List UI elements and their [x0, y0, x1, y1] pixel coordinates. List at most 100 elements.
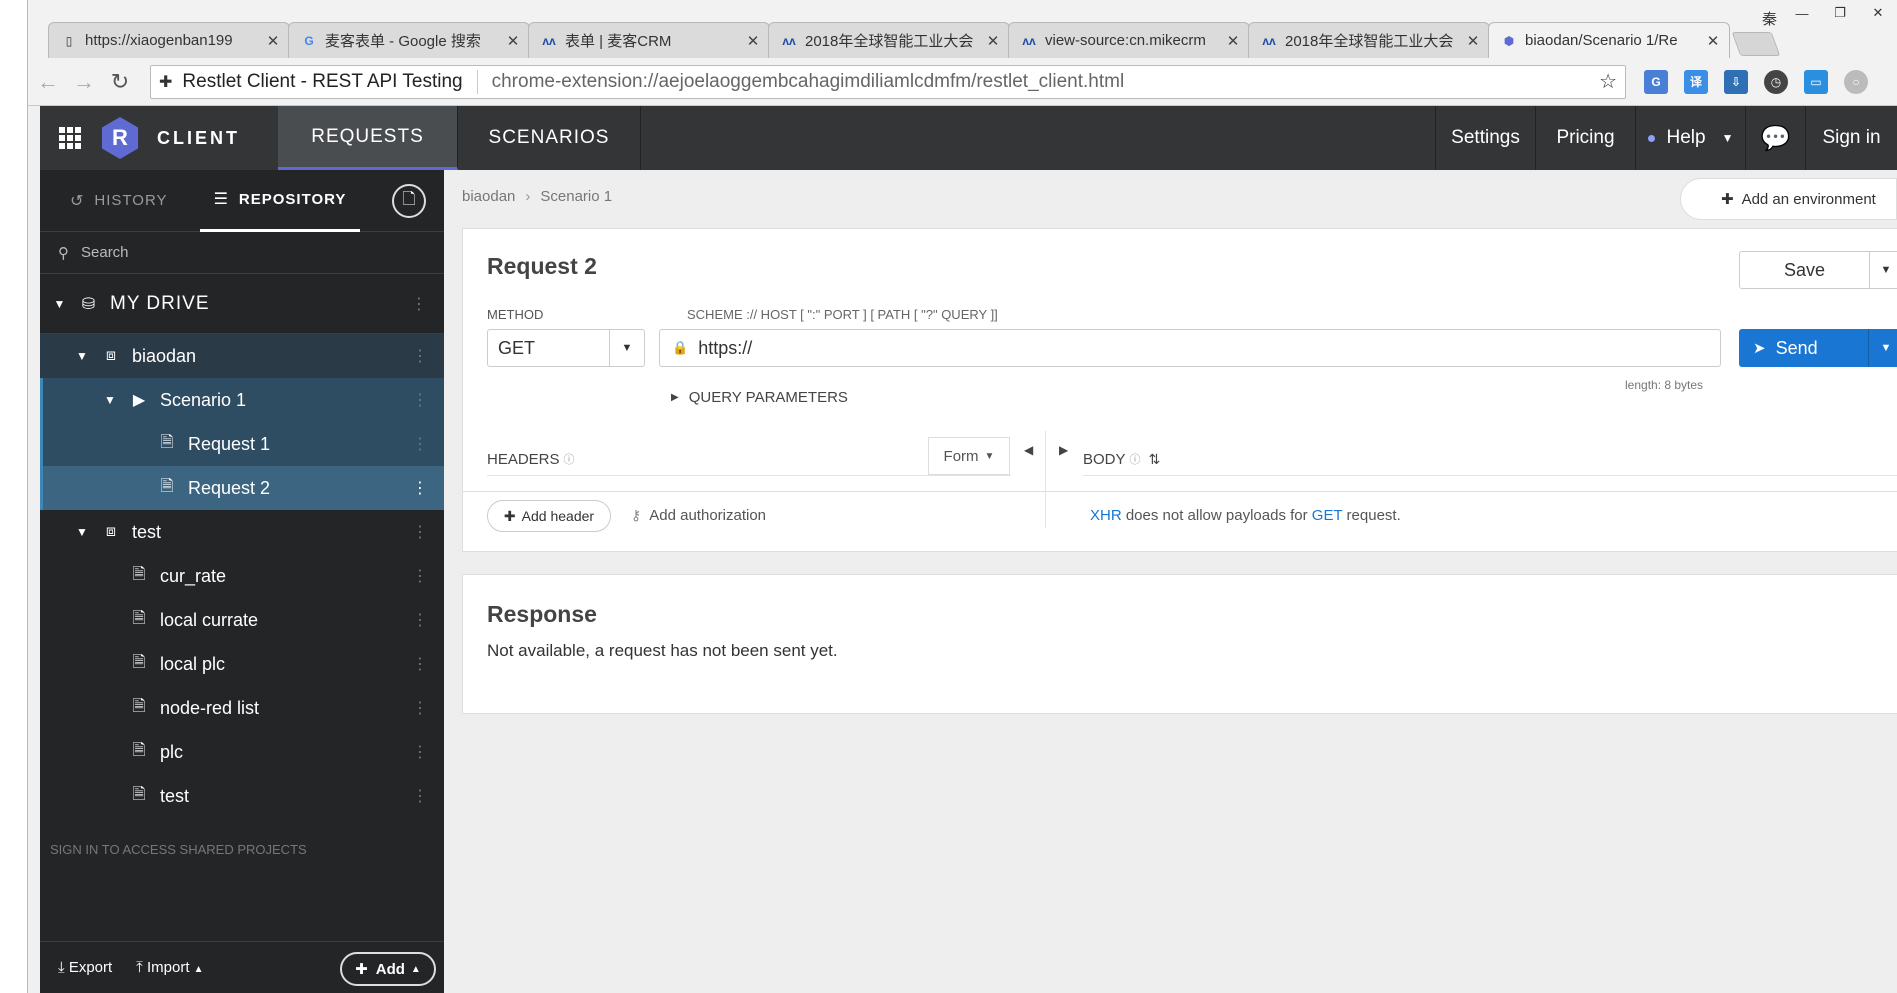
- add-environment-button[interactable]: ✚ Add an environment: [1680, 178, 1897, 220]
- maximize-button[interactable]: ❐: [1821, 0, 1859, 26]
- tree-item-request-selected[interactable]: 🗎 Request 2 ⋮: [40, 466, 444, 510]
- close-tab-icon[interactable]: ✕: [505, 32, 521, 50]
- add-header-button[interactable]: ✚ Add header: [487, 500, 611, 532]
- save-button[interactable]: Save ▼: [1739, 251, 1897, 289]
- send-button[interactable]: ➤ Send ▼: [1739, 329, 1897, 367]
- browser-tab[interactable]: ʌʌ 2018年全球智能工业大会 ✕: [1248, 22, 1490, 58]
- translate-cn-extension-icon[interactable]: 译: [1684, 69, 1708, 94]
- more-options-icon[interactable]: ⋮: [411, 294, 428, 314]
- nav-requests[interactable]: REQUESTS: [278, 106, 458, 170]
- tree-item-request[interactable]: 🗎 node-red list ⋮: [40, 686, 444, 730]
- import-button[interactable]: ⤒ Import ▲: [136, 959, 203, 976]
- chat-icon[interactable]: 💬: [1745, 106, 1805, 170]
- minimize-button[interactable]: —: [1783, 0, 1821, 26]
- more-options-icon[interactable]: ⋮: [412, 390, 428, 410]
- breadcrumb-item[interactable]: biaodan: [462, 188, 515, 205]
- get-link[interactable]: GET: [1312, 507, 1343, 524]
- clock-extension-icon[interactable]: ◷: [1764, 69, 1788, 94]
- caret-down-icon[interactable]: ▼: [610, 330, 644, 366]
- add-authorization-link[interactable]: ⚷ Add authorization: [631, 507, 766, 524]
- url-text[interactable]: chrome-extension://aejoelaoggembcahagimd…: [492, 71, 1599, 93]
- bookmark-star-icon[interactable]: ☆: [1599, 69, 1617, 94]
- sidebar-search[interactable]: ⚲ Search: [40, 232, 444, 274]
- nav-settings[interactable]: Settings: [1435, 106, 1535, 170]
- url-input[interactable]: 🔒 https://: [659, 329, 1721, 367]
- more-options-icon[interactable]: ⋮: [412, 566, 428, 586]
- tree-item-request[interactable]: 🗎 local currate ⋮: [40, 598, 444, 642]
- my-drive-row[interactable]: ▼ ⛁ MY DRIVE ⋮: [40, 274, 444, 334]
- back-icon[interactable]: ←: [32, 66, 64, 98]
- help-icon[interactable]: ⓘ: [564, 454, 575, 466]
- method-select[interactable]: GET ▼: [487, 329, 645, 367]
- tree-item-request[interactable]: 🗎 Request 1 ⋮: [40, 422, 444, 466]
- more-options-icon[interactable]: ⋮: [412, 654, 428, 674]
- window-extension-icon[interactable]: ▭: [1804, 69, 1828, 94]
- nav-help[interactable]: Help ▼: [1635, 106, 1745, 170]
- forward-icon[interactable]: →: [68, 66, 100, 98]
- reload-icon[interactable]: ↻: [104, 66, 136, 98]
- nav-pricing[interactable]: Pricing: [1535, 106, 1635, 170]
- close-tab-icon[interactable]: ✕: [1225, 32, 1241, 50]
- browser-tab[interactable]: ▯ https://xiaogenban199 ✕: [48, 22, 290, 58]
- more-options-icon[interactable]: ⋮: [412, 610, 428, 630]
- browser-tab-active[interactable]: ⬢ biaodan/Scenario 1/Re ✕: [1488, 22, 1730, 58]
- close-tab-icon[interactable]: ✕: [1465, 32, 1481, 50]
- shared-projects-note[interactable]: SIGN IN TO ACCESS SHARED PROJECTS: [40, 842, 444, 857]
- caret-down-icon[interactable]: ▼: [50, 297, 70, 311]
- caret-down-icon[interactable]: ▼: [100, 393, 120, 407]
- nav-signin[interactable]: Sign in: [1805, 106, 1897, 170]
- headers-mode-select[interactable]: Form ▼: [928, 437, 1010, 475]
- tree-item-project[interactable]: ▼ ⧈ test ⋮: [40, 510, 444, 554]
- tree-item-project[interactable]: ▼ ⧈ biaodan ⋮: [40, 334, 444, 378]
- caret-down-icon[interactable]: ▼: [72, 525, 92, 539]
- more-options-icon[interactable]: ⋮: [412, 786, 428, 806]
- more-options-icon[interactable]: ⋮: [412, 698, 428, 718]
- search-input[interactable]: Search: [81, 244, 129, 261]
- download-extension-icon[interactable]: ⇩: [1724, 69, 1748, 94]
- new-request-file-icon[interactable]: 🗋: [392, 184, 426, 218]
- caret-down-icon[interactable]: ▼: [72, 349, 92, 363]
- browser-tab[interactable]: ʌʌ 2018年全球智能工业大会 ✕: [768, 22, 1010, 58]
- more-options-icon[interactable]: ⋮: [412, 434, 428, 454]
- translate-extension-icon[interactable]: G: [1644, 69, 1668, 94]
- tree-item-scenario[interactable]: ▼ ▶ Scenario 1 ⋮: [40, 378, 444, 422]
- export-button[interactable]: ⤓ Export: [58, 959, 112, 976]
- add-button[interactable]: ✚ Add ▲: [340, 952, 436, 986]
- address-bar[interactable]: ✚ Restlet Client - REST API Testing chro…: [150, 64, 1626, 99]
- tab-history[interactable]: ↺ HISTORY: [70, 170, 168, 232]
- collapse-left-icon[interactable]: ◀: [1024, 443, 1033, 457]
- send-main[interactable]: ➤ Send: [1739, 329, 1869, 367]
- more-options-icon[interactable]: ⋮: [412, 478, 428, 498]
- browser-tab[interactable]: ʌʌ 表单 | 麦客CRM ✕: [528, 22, 770, 58]
- url-value[interactable]: https://: [698, 338, 752, 359]
- request-title[interactable]: Request 2: [487, 253, 597, 280]
- close-window-button[interactable]: ✕: [1859, 0, 1897, 26]
- save-label[interactable]: Save: [1740, 252, 1870, 288]
- more-options-icon[interactable]: ⋮: [412, 346, 428, 366]
- tree-item-request[interactable]: 🗎 local plc ⋮: [40, 642, 444, 686]
- new-tab-button[interactable]: [1731, 32, 1781, 56]
- method-value[interactable]: GET: [488, 330, 610, 366]
- xhr-link[interactable]: XHR: [1090, 507, 1122, 524]
- nav-scenarios[interactable]: SCENARIOS: [458, 106, 641, 170]
- collapse-right-icon[interactable]: ▶: [1059, 443, 1068, 457]
- query-parameters-toggle[interactable]: ▶ QUERY PARAMETERS: [671, 389, 848, 406]
- help-icon[interactable]: ⓘ: [1130, 454, 1141, 466]
- apps-grid-icon[interactable]: [59, 127, 81, 149]
- tree-item-request[interactable]: 🗎 test ⋮: [40, 774, 444, 818]
- tree-item-request[interactable]: 🗎 cur_rate ⋮: [40, 554, 444, 598]
- tree-item-request[interactable]: 🗎 plc ⋮: [40, 730, 444, 774]
- close-tab-icon[interactable]: ✕: [1705, 32, 1721, 50]
- more-options-icon[interactable]: ⋮: [412, 522, 428, 542]
- browser-tab[interactable]: ʌʌ view-source:cn.mikecrm ✕: [1008, 22, 1250, 58]
- caret-down-icon[interactable]: ▼: [1869, 329, 1897, 367]
- breadcrumb-item[interactable]: Scenario 1: [540, 188, 612, 205]
- caret-down-icon[interactable]: ▼: [1870, 252, 1897, 288]
- tab-repository[interactable]: ☰ REPOSITORY: [200, 170, 360, 232]
- circle-extension-icon[interactable]: ○: [1844, 69, 1868, 94]
- browser-tab[interactable]: G 麦客表单 - Google 搜索 ✕: [288, 22, 530, 58]
- close-tab-icon[interactable]: ✕: [265, 32, 281, 50]
- more-options-icon[interactable]: ⋮: [412, 742, 428, 762]
- close-tab-icon[interactable]: ✕: [985, 32, 1001, 50]
- close-tab-icon[interactable]: ✕: [745, 32, 761, 50]
